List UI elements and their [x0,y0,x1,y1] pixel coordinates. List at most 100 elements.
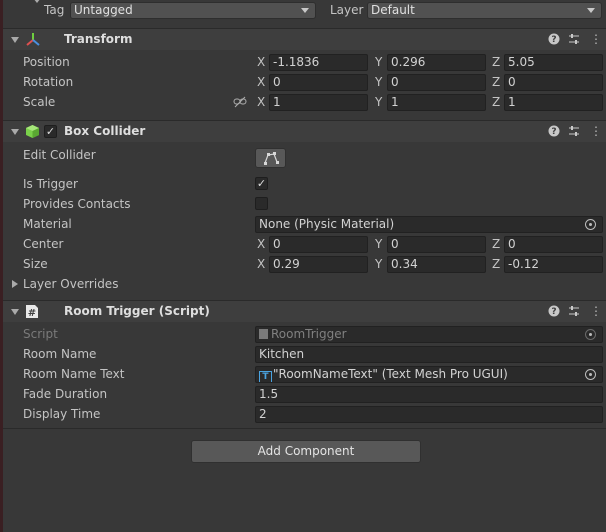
object-picker-icon [585,329,596,340]
center-z-field[interactable]: 0 [504,236,603,253]
chevron-down-icon [587,8,595,13]
svg-text:?: ? [551,127,556,137]
provides-contacts-label: Provides Contacts [23,197,131,211]
transform-title: Transform [64,32,133,46]
foldout-arrow-icon[interactable] [11,309,19,315]
sliders-icon[interactable] [567,31,581,47]
provides-contacts-checkbox[interactable] [255,197,268,210]
script-label: Script [23,327,58,341]
tag-value: Untagged [74,3,133,17]
material-label: Material [23,217,72,231]
transform-header[interactable]: Transform ? ⋮ [3,28,606,50]
axis-x-label[interactable]: X [257,95,265,110]
scale-y-field[interactable]: 1 [387,94,486,111]
size-label: Size [23,257,48,271]
foldout-arrow-right-icon[interactable] [12,280,18,288]
axis-y-label[interactable]: Y [375,237,382,252]
rotation-z-field[interactable]: 0 [504,74,603,91]
room-name-text-value: "RoomNameText" (Text Mesh Pro UGUI) [273,367,508,381]
room-name-text-field[interactable]: T "RoomNameText" (Text Mesh Pro UGUI) [255,366,603,383]
object-picker-icon[interactable] [585,219,596,230]
axis-y-label[interactable]: Y [375,257,382,272]
rotation-x-field[interactable]: 0 [269,74,368,91]
script-field: RoomTrigger [255,326,603,343]
scale-x-field[interactable]: 1 [269,94,368,111]
scale-label: Scale [23,95,56,109]
layer-value: Default [371,3,415,17]
axis-y-label[interactable]: Y [375,95,382,110]
axis-z-label[interactable]: Z [492,55,500,70]
rotation-y-field[interactable]: 0 [387,74,486,91]
window-edge [0,0,3,532]
question-circle-icon[interactable]: ? [547,123,561,139]
center-x-field[interactable]: 0 [269,236,368,253]
room-trigger-title: Room Trigger (Script) [64,304,210,318]
transform-icon [25,32,41,48]
axis-z-label[interactable]: Z [492,95,500,110]
position-label: Position [23,55,70,69]
script-file-icon [259,329,268,339]
box-collider-title: Box Collider [64,124,146,138]
center-y-field[interactable]: 0 [387,236,486,253]
kebab-menu-icon[interactable]: ⋮ [589,31,603,47]
edit-collider-label: Edit Collider [23,148,96,162]
text-mesh-pro-icon: T [259,371,272,382]
position-z-field[interactable]: 5.05 [504,54,603,71]
cube-icon [25,124,40,139]
fade-duration-label: Fade Duration [23,387,108,401]
material-value: None (Physic Material) [259,217,395,231]
kebab-menu-icon[interactable]: ⋮ [589,303,603,319]
size-z-field[interactable]: -0.12 [504,256,603,273]
room-name-label: Room Name [23,347,97,361]
question-circle-icon[interactable]: ? [547,303,561,319]
chevron-down-icon [301,8,309,13]
fade-duration-field[interactable]: 1.5 [255,386,603,403]
axis-x-label[interactable]: X [257,257,265,272]
svg-text:?: ? [551,307,556,317]
foldout-arrow-icon[interactable] [11,129,19,135]
box-collider-header[interactable]: ✓ Box Collider ? ⋮ [3,120,606,142]
position-y-field[interactable]: 0.296 [387,54,486,71]
axis-z-label[interactable]: Z [492,257,500,272]
axis-x-label[interactable]: X [257,55,265,70]
size-y-field[interactable]: 0.34 [387,256,486,273]
display-time-field[interactable]: 2 [255,406,603,423]
edit-collider-icon [263,152,279,165]
axis-z-label[interactable]: Z [492,75,500,90]
script-value: RoomTrigger [271,327,347,341]
axis-y-label[interactable]: Y [375,75,382,90]
tag-label: Tag [44,3,65,17]
center-label: Center [23,237,64,251]
is-trigger-label: Is Trigger [23,177,78,191]
room-name-field[interactable]: Kitchen [255,346,603,363]
axis-x-label[interactable]: X [257,75,265,90]
component-enabled-checkbox[interactable]: ✓ [44,125,57,138]
axis-y-label[interactable]: Y [375,55,382,70]
svg-text:?: ? [551,35,556,45]
edit-collider-button[interactable] [255,148,286,168]
question-circle-icon[interactable]: ? [547,31,561,47]
material-field[interactable]: None (Physic Material) [255,216,603,233]
add-component-button[interactable]: Add Component [191,440,421,463]
layer-dropdown[interactable]: Default [367,2,602,19]
tag-dropdown[interactable]: Untagged [70,2,316,19]
link-icon[interactable] [233,96,247,108]
size-x-field[interactable]: 0.29 [269,256,368,273]
position-x-field[interactable]: -1.1836 [269,54,368,71]
axis-x-label[interactable]: X [257,237,265,252]
sliders-icon[interactable] [567,303,581,319]
kebab-menu-icon[interactable]: ⋮ [589,123,603,139]
script-hash-icon: # [25,304,39,319]
room-trigger-header[interactable]: # Room Trigger (Script) ? ⋮ [3,300,606,322]
is-trigger-checkbox[interactable]: ✓ [255,177,268,190]
axis-z-label[interactable]: Z [492,237,500,252]
foldout-arrow-icon[interactable] [11,37,19,43]
svg-text:#: # [28,308,36,319]
object-picker-icon[interactable] [585,369,596,380]
room-name-text-label: Room Name Text [23,367,125,381]
display-time-label: Display Time [23,407,101,421]
sliders-icon[interactable] [567,123,581,139]
collapse-arrow-icon[interactable] [33,0,41,3]
layer-overrides-label[interactable]: Layer Overrides [23,277,118,292]
scale-z-field[interactable]: 1 [504,94,603,111]
